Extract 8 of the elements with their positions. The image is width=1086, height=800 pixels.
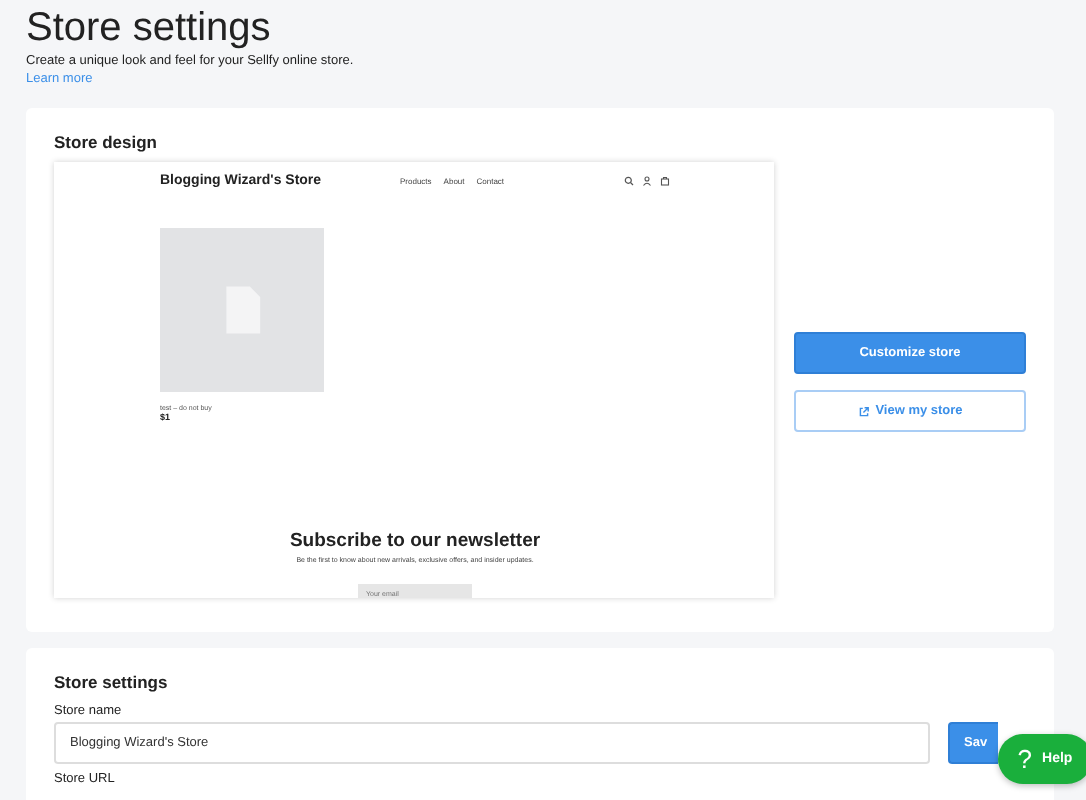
section-heading: Store design [54, 132, 159, 152]
newsletter-heading: Subscribe to our newsletter [289, 530, 541, 552]
page-title: Store settings [26, 4, 273, 52]
bag-icon [660, 175, 670, 185]
external-link-icon [857, 405, 870, 417]
user-icon [642, 175, 652, 185]
search-icon [624, 175, 634, 185]
section-heading: Store settings [54, 672, 170, 692]
